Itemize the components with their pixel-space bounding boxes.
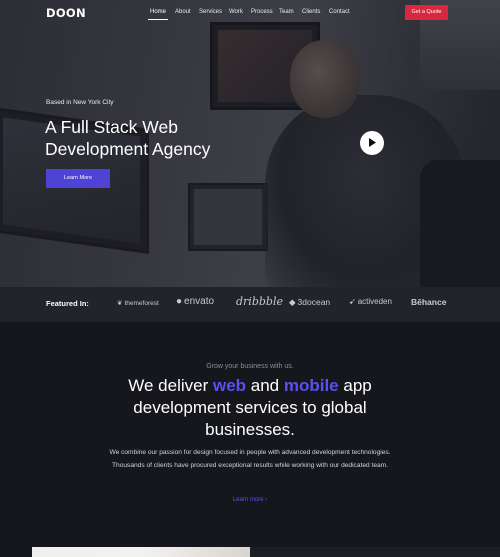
hero-tagline: Based in New York City bbox=[46, 99, 114, 106]
get-quote-button[interactable]: Get a Quote bbox=[405, 5, 448, 20]
leaf-icon: ● bbox=[176, 296, 183, 307]
nav-item-team[interactable]: Team bbox=[279, 9, 294, 15]
nav-item-services[interactable]: Services bbox=[199, 9, 222, 15]
leaf-icon: ❦ bbox=[117, 300, 123, 307]
hero-headline: A Full Stack Web Development Agency bbox=[45, 116, 305, 160]
brand-themeforest[interactable]: ❦ themeforest bbox=[117, 299, 159, 307]
brand-activeden[interactable]: ➹ activeden bbox=[349, 297, 392, 306]
top-nav: DOON Home About Services Work Process Te… bbox=[0, 0, 500, 26]
nav-item-process[interactable]: Process bbox=[251, 9, 273, 15]
brand-envato[interactable]: ● envato bbox=[176, 296, 214, 307]
chevron-right-icon: › bbox=[265, 497, 268, 503]
brand-dribbble[interactable]: dribbble bbox=[236, 295, 283, 308]
intro-section: Grow your business with us. We deliver w… bbox=[0, 322, 500, 547]
nav-item-work[interactable]: Work bbox=[229, 9, 243, 15]
play-video-button[interactable] bbox=[360, 131, 384, 155]
nav-active-underline bbox=[148, 19, 168, 20]
featured-label: Featured In: bbox=[46, 299, 89, 308]
intro-description: We combine our passion for design focuse… bbox=[109, 449, 391, 469]
nav-item-about[interactable]: About bbox=[175, 9, 191, 15]
hero-section: DOON Home About Services Work Process Te… bbox=[0, 0, 500, 287]
next-section-image bbox=[32, 547, 250, 557]
featured-in-strip: Featured In: ❦ themeforest ● envato dribbb… bbox=[0, 287, 500, 322]
brand-3docean[interactable]: ◆ 3docean bbox=[289, 297, 330, 308]
arrow-icon: ➹ bbox=[349, 297, 356, 306]
nav-item-clients[interactable]: Clients bbox=[302, 9, 320, 15]
learn-more-button[interactable]: Learn More bbox=[46, 169, 110, 188]
play-icon bbox=[369, 138, 376, 147]
next-section-panel bbox=[250, 547, 500, 557]
hero-headline-line1: A Full Stack Web bbox=[45, 117, 178, 137]
nav-item-contact[interactable]: Contact bbox=[329, 9, 350, 15]
highlight-mobile: mobile bbox=[283, 376, 339, 395]
cube-icon: ◆ bbox=[289, 297, 296, 307]
next-section-peek bbox=[0, 547, 500, 557]
learn-more-link[interactable]: Learn more › bbox=[0, 497, 500, 503]
brand-behance[interactable]: Bēhance bbox=[411, 297, 446, 307]
logo[interactable]: DOON bbox=[46, 6, 86, 20]
intro-kicker: Grow your business with us. bbox=[206, 363, 294, 370]
nav-item-home[interactable]: Home bbox=[150, 9, 166, 15]
intro-heading: We deliver web and mobile app developmen… bbox=[128, 376, 372, 439]
hero-headline-line2: Development Agency bbox=[45, 139, 211, 159]
highlight-web: web bbox=[212, 376, 247, 395]
